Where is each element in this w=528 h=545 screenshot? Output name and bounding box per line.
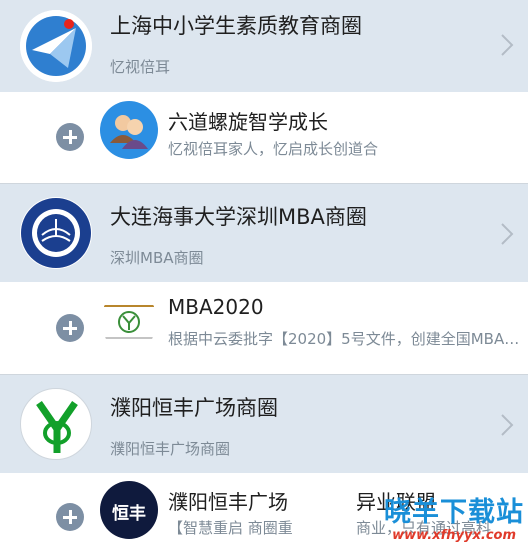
item-title: 濮阳恒丰广场 xyxy=(168,490,288,514)
group-row-puyang[interactable]: 濮阳恒丰广场商圈 濮阳恒丰广场商圈 xyxy=(0,375,528,473)
item-title: MBA2020 xyxy=(168,295,264,319)
mba-badge-logo-icon xyxy=(100,292,158,350)
list-item-liudao[interactable]: 六道螺旋智学成长 忆视倍耳家人，忆启成长创道合 xyxy=(0,92,528,183)
chevron-right-icon[interactable] xyxy=(500,222,514,246)
hengfeng-logo-icon: 恒丰 xyxy=(100,481,158,539)
green-y-logo-icon xyxy=(20,388,92,460)
add-icon[interactable] xyxy=(56,123,84,151)
watermark-url: www.xfhyyx.com xyxy=(392,528,516,543)
group-subtitle: 深圳MBA商圈 xyxy=(110,249,204,267)
group-subtitle: 忆视倍耳 xyxy=(110,58,171,76)
blue-arrow-logo-icon xyxy=(20,10,92,82)
group-title: 上海中小学生素质教育商圈 xyxy=(110,14,362,38)
add-icon[interactable] xyxy=(56,503,84,531)
group-title: 濮阳恒丰广场商圈 xyxy=(110,396,278,420)
watermark-text: 晓羊下载站 xyxy=(384,497,524,528)
item-title: 六道螺旋智学成长 xyxy=(168,110,328,134)
chevron-right-icon[interactable] xyxy=(500,413,514,437)
list-item-mba2020[interactable]: MBA2020 根据中云委批字【2020】5号文件，创建全国MBA… xyxy=(0,282,528,374)
group-subtitle: 濮阳恒丰广场商圈 xyxy=(110,440,231,458)
university-seal-logo-icon xyxy=(20,197,92,269)
hengfeng-logo-text: 恒丰 xyxy=(112,504,146,524)
item-desc: 根据中云委批字【2020】5号文件，创建全国MBA… xyxy=(168,330,520,348)
chevron-right-icon[interactable] xyxy=(500,33,514,57)
item-desc: 【智慧重启 商圈重 xyxy=(168,519,293,537)
item-desc: 忆视倍耳家人，忆启成长创道合 xyxy=(168,140,379,158)
group-row-shanghai[interactable]: 上海中小学生素质教育商圈 忆视倍耳 xyxy=(0,0,528,92)
people-avatar-icon xyxy=(100,101,158,159)
group-title: 大连海事大学深圳MBA商圈 xyxy=(110,205,367,229)
group-row-dalian[interactable]: 大连海事大学深圳MBA商圈 深圳MBA商圈 xyxy=(0,184,528,282)
add-icon[interactable] xyxy=(56,314,84,342)
